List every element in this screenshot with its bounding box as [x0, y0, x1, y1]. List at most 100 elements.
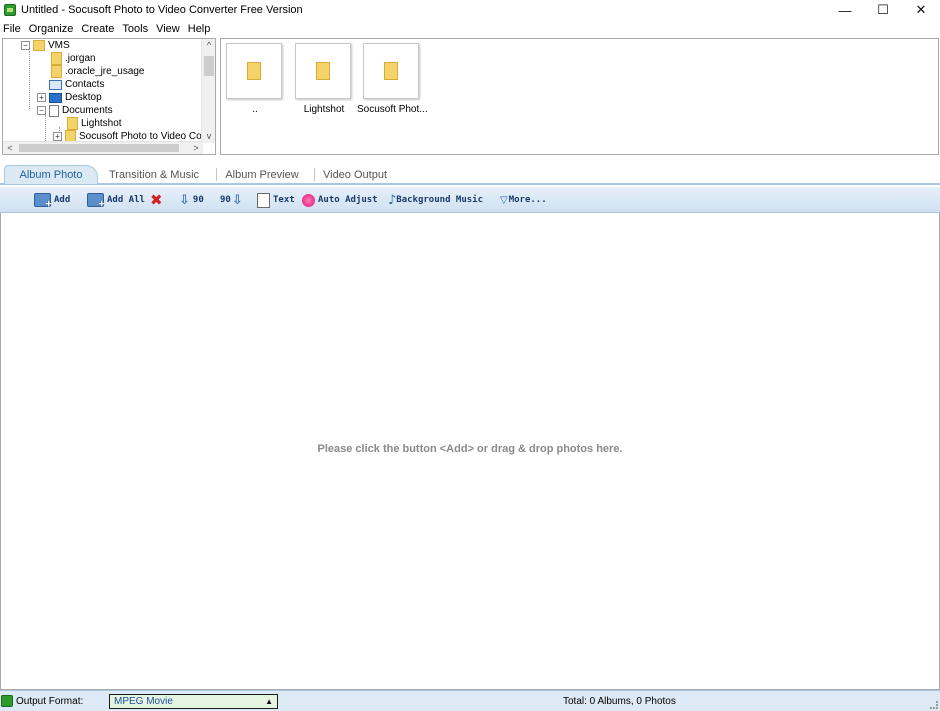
folder-icon: [247, 62, 261, 80]
rotate-down-icon: ⇩: [231, 192, 243, 208]
tree-item-desktop[interactable]: + Desktop: [37, 91, 102, 104]
music-note-icon: ♪: [388, 192, 397, 208]
auto-adjust-button[interactable]: Auto Adjust: [302, 191, 378, 209]
tree-item-label: Documents: [62, 105, 113, 116]
folder-thumbnails: .. Lightshot Socusoft Phot...: [220, 38, 939, 155]
folder-icon: [67, 117, 78, 130]
album-toolbar: Add Add All ✖ ⇩ 90 90 ⇩ Text Auto Adjust…: [0, 187, 940, 213]
tree-horizontal-scrollbar[interactable]: < >: [3, 141, 203, 154]
auto-adjust-icon: [302, 193, 315, 207]
add-photo-icon: [34, 193, 52, 210]
scroll-up-icon[interactable]: ^: [202, 39, 215, 52]
text-button[interactable]: Text: [257, 191, 295, 209]
output-format-icon: [1, 695, 13, 707]
rotate-left-label: 90: [192, 195, 204, 205]
tree-item-label: .oracle_jre_usage: [65, 66, 145, 77]
folder-icon: [316, 62, 330, 80]
delete-button[interactable]: ✖: [150, 191, 166, 209]
tree-item-jorgan[interactable]: .jorgan: [51, 52, 96, 65]
thumbnail-frame: [295, 43, 351, 99]
rotate-right-label: 90: [220, 195, 231, 205]
tab-separator: [216, 168, 217, 181]
more-button[interactable]: ▽ More...: [500, 191, 547, 209]
dropdown-caret-icon[interactable]: ▲: [265, 695, 273, 708]
scroll-thumb[interactable]: [19, 144, 179, 152]
thumbnail-label: ..: [252, 104, 258, 115]
tab-album-preview[interactable]: Album Preview: [222, 165, 302, 184]
scroll-right-icon[interactable]: >: [189, 142, 203, 154]
tree-item-vms[interactable]: − VMS: [21, 39, 70, 52]
close-button[interactable]: ✕: [902, 0, 940, 20]
resize-grip-icon[interactable]: [930, 701, 938, 709]
menu-help[interactable]: Help: [184, 23, 215, 35]
menu-tools[interactable]: Tools: [118, 23, 152, 35]
tree-item-label: VMS: [48, 40, 70, 51]
add-all-icon: [87, 193, 105, 210]
scroll-left-icon[interactable]: <: [3, 142, 17, 154]
auto-adjust-label: Auto Adjust: [318, 195, 378, 205]
tree-item-oracle-jre-usage[interactable]: .oracle_jre_usage: [51, 65, 145, 78]
tree-connector: [29, 51, 30, 109]
more-label: More...: [508, 195, 547, 205]
thumbnail-frame: [226, 43, 282, 99]
contacts-icon: [49, 79, 62, 90]
menu-bar: File Organize Create Tools View Help: [0, 20, 940, 38]
rotate-left-button[interactable]: ⇩ 90: [179, 191, 204, 209]
text-label: Text: [273, 195, 295, 205]
tree-item-label: .jorgan: [65, 53, 96, 64]
text-icon: [257, 192, 270, 208]
minimize-button[interactable]: —: [826, 0, 864, 20]
folder-icon: [384, 62, 398, 80]
add-all-button[interactable]: Add All: [87, 191, 145, 210]
tree-item-contacts[interactable]: Contacts: [49, 78, 104, 91]
tab-separator: [314, 168, 315, 181]
tree-item-label: Lightshot: [81, 118, 122, 129]
add-button[interactable]: Add: [34, 191, 70, 210]
thumbnail-parent-folder[interactable]: ..: [226, 43, 284, 115]
tab-strip: Album Photo Transition & Music Album Pre…: [0, 163, 940, 185]
scroll-down-icon[interactable]: v: [202, 130, 215, 143]
maximize-button[interactable]: ☐: [864, 0, 902, 20]
output-format-label: Output Format:: [16, 696, 84, 707]
status-bar: Output Format: MPEG Movie ▲ Total: 0 Alb…: [0, 690, 940, 711]
menu-file[interactable]: File: [0, 23, 25, 35]
delete-icon: ✖: [150, 191, 163, 209]
rotate-right-button[interactable]: 90 ⇩: [220, 191, 246, 209]
tab-transition-music[interactable]: Transition & Music: [106, 165, 202, 184]
tree-item-lightshot[interactable]: Lightshot: [67, 117, 122, 130]
tree-vertical-scrollbar[interactable]: ^ v: [201, 39, 215, 143]
folder-icon: [51, 65, 62, 78]
collapse-icon[interactable]: −: [21, 41, 30, 50]
tab-album-photo[interactable]: Album Photo: [4, 165, 98, 184]
expand-icon[interactable]: +: [37, 93, 46, 102]
output-format-value: MPEG Movie: [114, 696, 173, 707]
rotate-down-icon: ⇩: [179, 192, 190, 208]
title-bar: Untitled - Socusoft Photo to Video Conve…: [0, 0, 940, 20]
expand-icon[interactable]: +: [53, 132, 62, 141]
thumbnail-label: Socusoft Phot...: [357, 104, 427, 115]
menu-organize[interactable]: Organize: [25, 23, 78, 35]
thumbnail-lightshot[interactable]: Lightshot: [295, 43, 353, 115]
photo-drop-area[interactable]: Please click the button <Add> or drag & …: [0, 213, 940, 690]
background-music-button[interactable]: ♪ Background Music: [388, 191, 483, 209]
menu-create[interactable]: Create: [77, 23, 118, 35]
total-count: Total: 0 Albums, 0 Photos: [563, 696, 676, 707]
window-title: Untitled - Socusoft Photo to Video Conve…: [21, 4, 303, 16]
desktop-icon: [49, 92, 62, 103]
folder-tree[interactable]: − VMS .jorgan .oracle_jre_usage Contacts…: [2, 38, 216, 155]
tree-item-documents[interactable]: − Documents: [37, 104, 113, 117]
app-icon: [4, 4, 16, 16]
thumbnail-label: Lightshot: [303, 104, 345, 115]
background-music-label: Background Music: [396, 195, 483, 205]
tree-item-label: Desktop: [65, 92, 102, 103]
add-all-label: Add All: [107, 195, 145, 205]
drop-hint: Please click the button <Add> or drag & …: [317, 443, 623, 455]
window-controls: — ☐ ✕: [826, 0, 940, 20]
menu-view[interactable]: View: [152, 23, 184, 35]
collapse-icon[interactable]: −: [37, 106, 46, 115]
scroll-thumb[interactable]: [204, 56, 214, 76]
output-format-select[interactable]: MPEG Movie ▲: [109, 694, 278, 709]
thumbnail-socusoft[interactable]: Socusoft Phot...: [357, 43, 427, 115]
documents-icon: [49, 104, 59, 117]
tab-video-output[interactable]: Video Output: [320, 165, 390, 184]
